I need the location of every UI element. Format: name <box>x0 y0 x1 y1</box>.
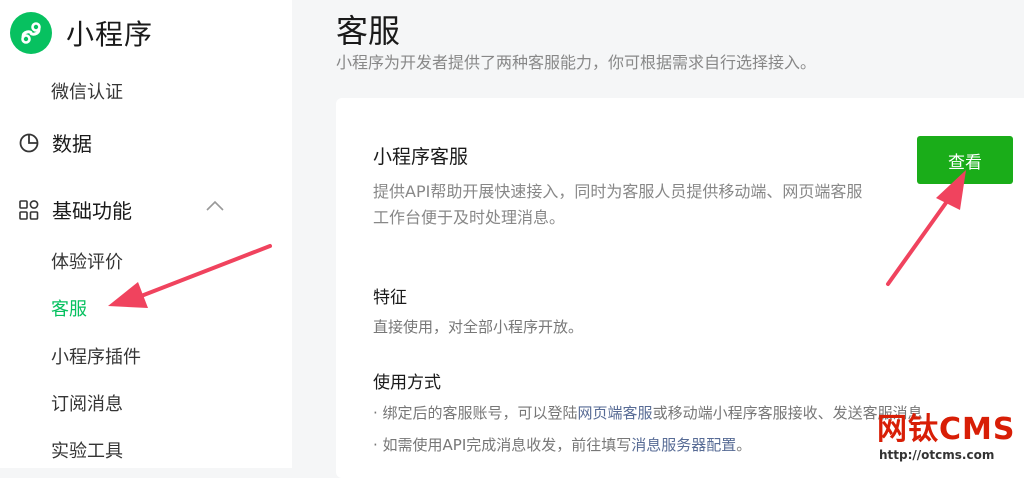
usage-line-2: · 如需使用API完成消息收发，前往填写消息服务器配置。 <box>373 434 751 455</box>
features-text: 直接使用，对全部小程序开放。 <box>373 318 584 336</box>
web-customer-service-link[interactable]: 网页端客服 <box>578 404 653 422</box>
sidebar-item-customer-service[interactable]: 客服 <box>51 295 87 321</box>
watermark-logo: 网钛CMS <box>877 412 1016 447</box>
app-name: 小程序 <box>66 18 154 51</box>
app-header: 小程序 <box>10 8 153 58</box>
page-description: 小程序为开发者提供了两种客服能力，你可根据需求自行选择接入。 <box>336 53 817 72</box>
view-button[interactable]: 查看 <box>917 136 1013 184</box>
grid-icon <box>19 199 39 220</box>
mini-program-logo-icon <box>10 12 52 54</box>
sidebar-item-experience-rating[interactable]: 体验评价 <box>51 248 123 274</box>
features-title: 特征 <box>373 288 407 308</box>
sidebar: 小程序 微信认证 数据 基础功能 体验评价 客服 小程序插件 订阅消息 实验工具 <box>0 0 292 468</box>
sidebar-item-label: 数据 <box>52 132 92 156</box>
card-title: 小程序客服 <box>373 146 469 168</box>
sidebar-item-plugins[interactable]: 小程序插件 <box>51 343 141 369</box>
sidebar-item-basic-functions[interactable]: 基础功能 <box>18 195 132 224</box>
watermark: 网钛CMS http://otcms.com <box>875 404 1024 468</box>
chevron-up-icon[interactable] <box>205 199 225 213</box>
sidebar-item-wechat-verify[interactable]: 微信认证 <box>51 78 123 104</box>
usage-line-1-prefix: · 绑定后的客服账号，可以登陆 <box>373 404 578 422</box>
pie-chart-icon <box>19 133 39 152</box>
usage-title: 使用方式 <box>373 373 441 393</box>
sidebar-item-data[interactable]: 数据 <box>18 128 92 157</box>
card-description: 提供API帮助开展快速接入，同时为客服人员提供移动端、网页端客服工作台便于及时处… <box>373 182 863 227</box>
page-title: 客服 <box>336 12 401 50</box>
sidebar-item-lab-tools[interactable]: 实验工具 <box>51 437 123 463</box>
usage-line-2-suffix: 。 <box>736 436 752 454</box>
usage-line-1: · 绑定后的客服账号，可以登陆网页端客服或移动端小程序客服接收、发送客服消息 <box>373 402 923 423</box>
message-server-config-link[interactable]: 消息服务器配置 <box>631 436 736 454</box>
watermark-url: http://otcms.com <box>879 448 995 462</box>
sidebar-item-subscribe-messages[interactable]: 订阅消息 <box>51 390 123 416</box>
usage-line-2-prefix: · 如需使用API完成消息收发，前往填写 <box>373 436 632 454</box>
sidebar-item-label: 基础功能 <box>52 199 132 223</box>
